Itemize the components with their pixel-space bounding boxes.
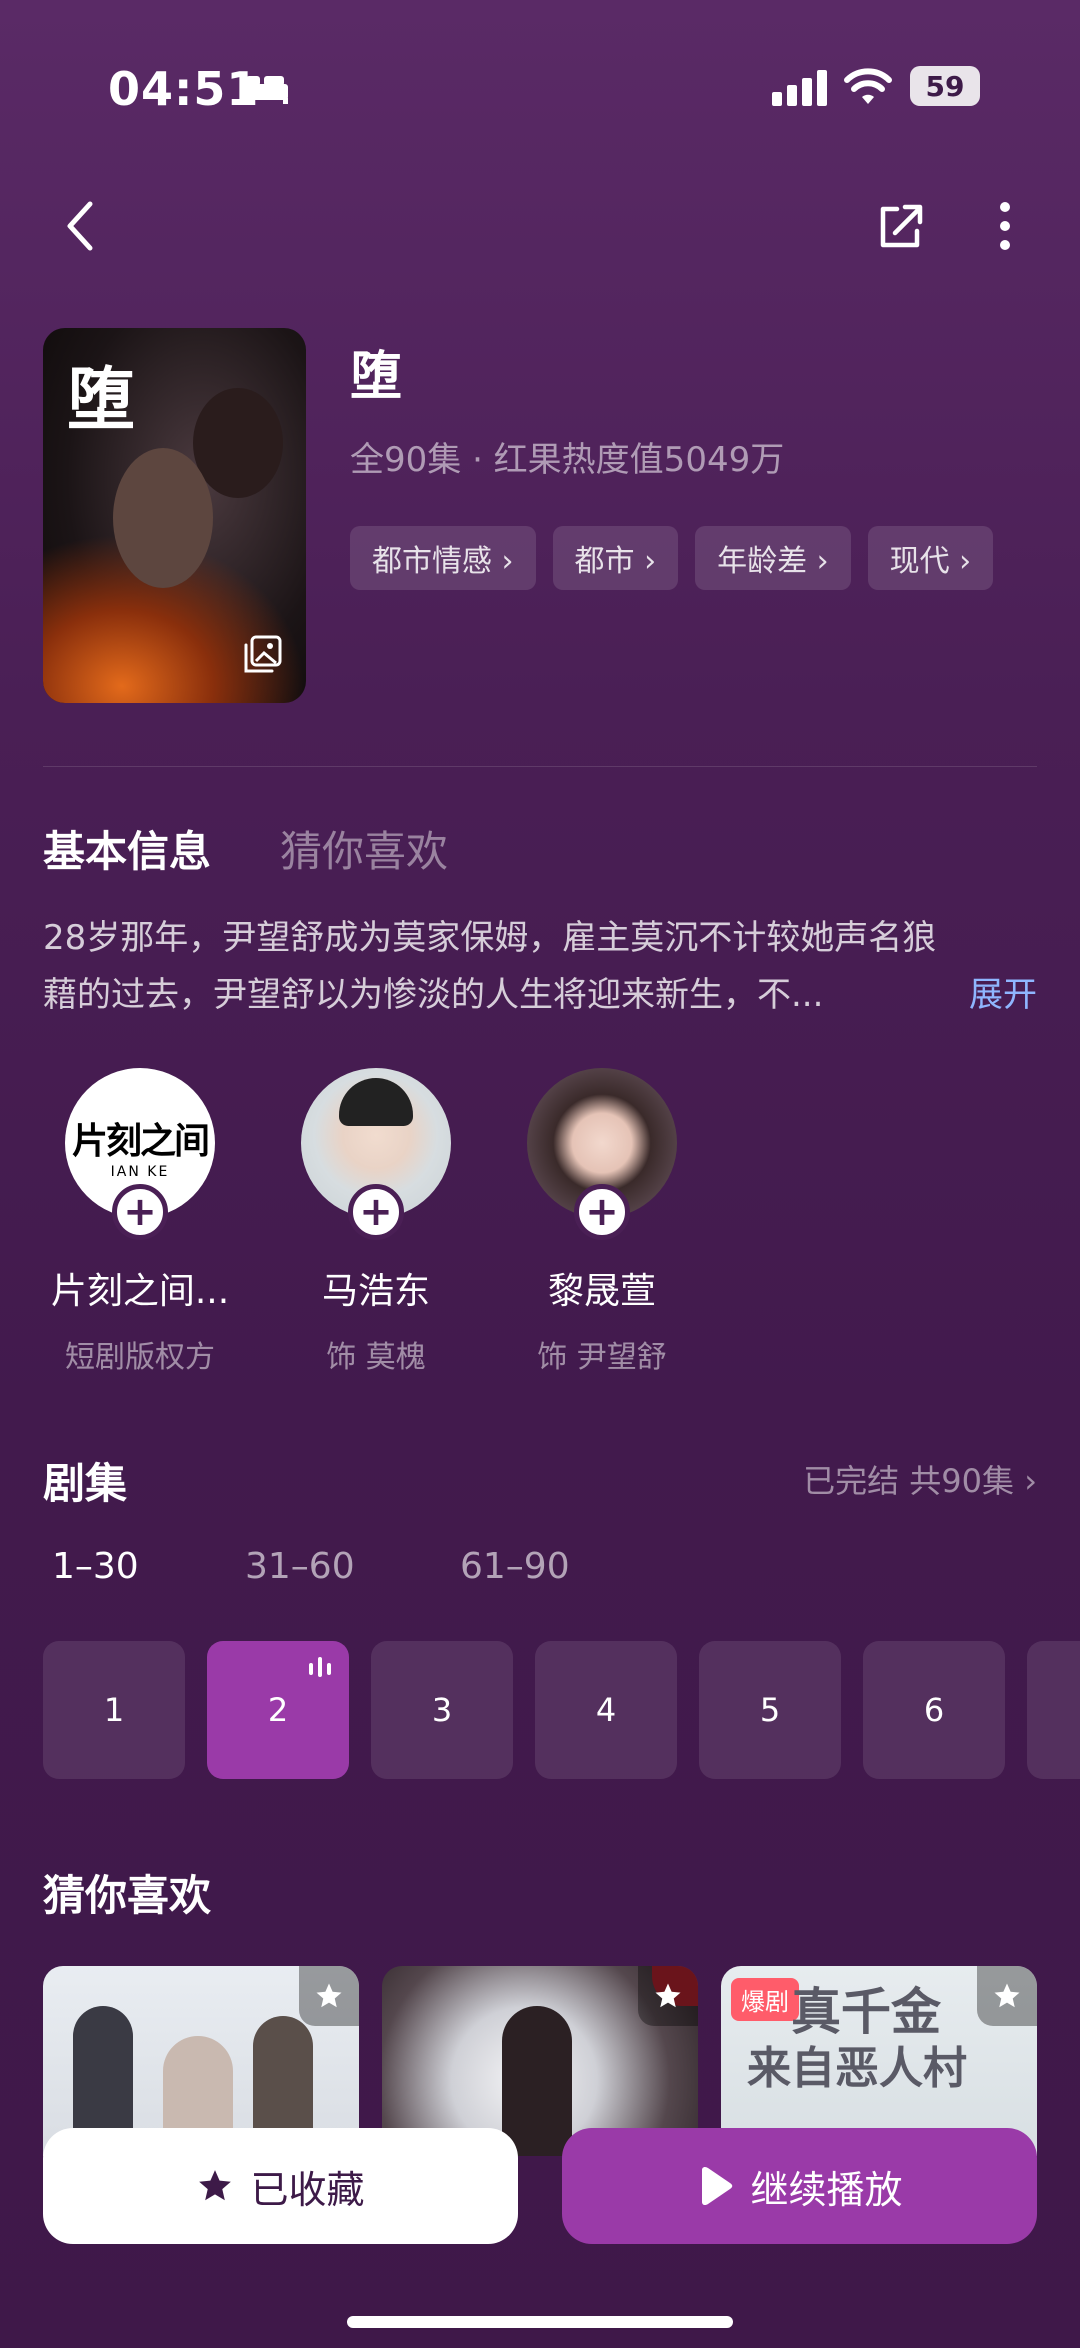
follow-plus-icon[interactable]: + <box>574 1184 630 1240</box>
cast-item-producer[interactable]: 片刻之间 IAN KE + 片刻之间... 短剧版权方 <box>40 1068 240 1376</box>
episode-number: 2 <box>267 1691 289 1729</box>
expand-button[interactable]: 展开 <box>969 967 1037 1016</box>
synopsis: 28岁那年，尹望舒成为莫家保姆，雇主莫沉不计较她声名狼 藉的过去，尹望舒以为惨淡… <box>43 910 1037 1024</box>
show-poster[interactable]: 堕 <box>43 328 306 703</box>
more-button[interactable] <box>975 196 1035 256</box>
range-tab-31-60[interactable]: 31–60 <box>245 1546 355 1587</box>
tag-urban-romance[interactable]: 都市情感 › <box>350 526 536 590</box>
cast-item-actor-2[interactable]: + 黎晟萱 饰 尹望舒 <box>502 1068 702 1376</box>
follow-plus-icon[interactable]: + <box>112 1184 168 1240</box>
show-meta: 全90集 · 红果热度值5049万 <box>350 440 785 480</box>
card-title-2: 来自恶人村 <box>747 2043 967 2094</box>
episode-button[interactable]: 1 <box>43 1641 185 1779</box>
continue-play-button[interactable]: 继续播放 <box>562 2128 1037 2244</box>
episode-button[interactable]: 4 <box>535 1641 677 1779</box>
cast-role: 短剧版权方 <box>65 1340 215 1375</box>
play-icon <box>702 2166 733 2206</box>
show-title: 堕 <box>350 347 403 407</box>
cellular-signal-icon <box>772 70 828 110</box>
episode-button-current[interactable]: 2 <box>207 1641 349 1779</box>
cast-role: 饰 尹望舒 <box>537 1340 667 1375</box>
cast-item-actor-1[interactable]: + 马浩东 饰 莫槐 <box>276 1068 476 1376</box>
tab-guess-you-like[interactable]: 猜你喜欢 <box>280 818 448 879</box>
back-button[interactable] <box>50 196 110 256</box>
tab-basic-info[interactable]: 基本信息 <box>43 818 211 879</box>
status-time: 04:51 <box>108 62 260 116</box>
episode-button[interactable]: 3 <box>371 1641 513 1779</box>
producer-logo-sub: IAN KE <box>110 1164 170 1180</box>
share-icon <box>880 204 923 248</box>
episode-button[interactable]: 5 <box>699 1641 841 1779</box>
collected-label: 已收藏 <box>250 2167 365 2212</box>
gallery-icon[interactable] <box>240 633 284 681</box>
cast-name: 马浩东 <box>321 1271 430 1312</box>
divider <box>43 766 1037 767</box>
range-tab-61-90[interactable]: 61–90 <box>460 1546 570 1587</box>
wifi-icon <box>844 66 892 110</box>
synopsis-line-1: 28岁那年，尹望舒成为莫家保姆，雇主莫沉不计较她声名狼 <box>43 918 937 958</box>
favorite-star-icon[interactable] <box>977 1966 1037 2026</box>
avatar: + <box>527 1068 677 1240</box>
episode-button-partial[interactable] <box>1027 1641 1080 1779</box>
range-tab-1-30[interactable]: 1–30 <box>52 1546 139 1587</box>
cast-name: 片刻之间... <box>50 1271 230 1312</box>
battery-indicator: 59 <box>910 66 980 106</box>
tag-urban[interactable]: 都市 › <box>552 526 679 590</box>
episode-button[interactable]: 6 <box>863 1641 1005 1779</box>
star-icon <box>199 2170 232 2201</box>
continue-label: 继续播放 <box>750 2167 903 2212</box>
episodes-title: 剧集 <box>43 1459 128 1508</box>
favorite-star-icon[interactable] <box>638 1966 698 2026</box>
cast-role: 饰 莫槐 <box>326 1340 426 1375</box>
hot-badge: 爆剧 <box>731 1978 799 2021</box>
tag-modern[interactable]: 现代 › <box>867 526 994 590</box>
playing-bars-icon <box>309 1657 331 1677</box>
sleep-bed-icon <box>240 72 290 110</box>
favorite-star-icon[interactable] <box>299 1966 359 2026</box>
episodes-status-link[interactable]: 已完结 共90集 › <box>803 1456 1037 1502</box>
producer-logo-text: 片刻之间 <box>71 1121 210 1162</box>
home-indicator[interactable] <box>347 2316 733 2328</box>
collected-button[interactable]: 已收藏 <box>43 2128 518 2244</box>
tag-list: 都市情感 › 都市 › 年龄差 › 现代 › <box>350 526 994 590</box>
tag-age-gap[interactable]: 年龄差 › <box>695 526 851 590</box>
synopsis-line-2: 藉的过去，尹望舒以为惨淡的人生将迎来新生，不... <box>43 975 824 1015</box>
follow-plus-icon[interactable]: + <box>348 1184 404 1240</box>
share-button[interactable] <box>870 196 930 256</box>
poster-title: 堕 <box>67 360 136 440</box>
cast-name: 黎晟萱 <box>547 1271 656 1312</box>
recommend-title: 猜你喜欢 <box>43 1871 212 1920</box>
chevron-left-icon <box>67 201 93 251</box>
more-vertical-icon <box>1000 202 1010 250</box>
avatar: + <box>301 1068 451 1240</box>
avatar: 片刻之间 IAN KE + <box>65 1068 215 1240</box>
